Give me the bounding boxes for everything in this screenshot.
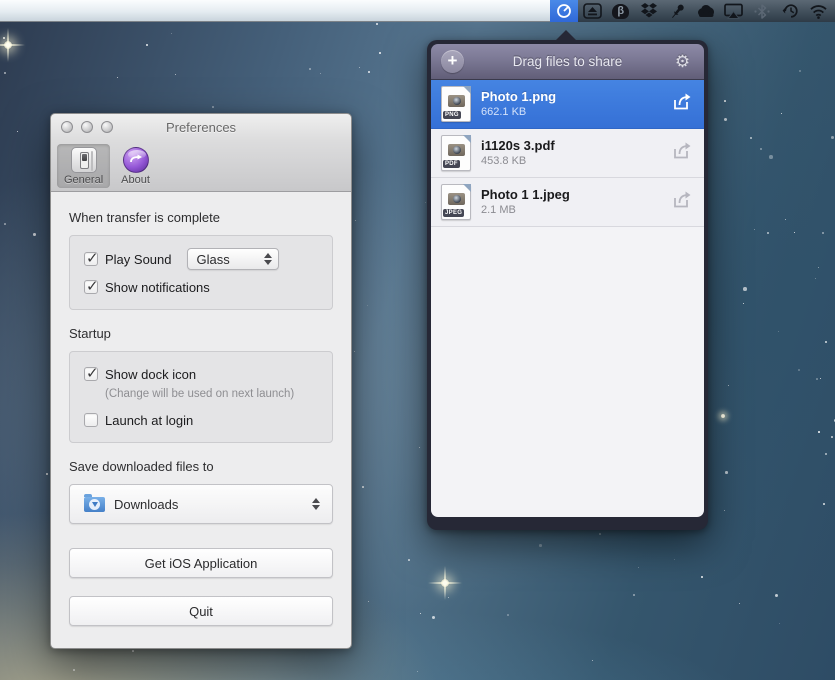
tab-general[interactable]: General xyxy=(57,144,110,188)
share-popover: + Drag files to share ⚙ PNG Photo 1.png … xyxy=(427,40,708,530)
show-dock-note: (Change will be used on next launch) xyxy=(105,388,318,400)
save-section-heading: Save downloaded files to xyxy=(69,459,333,474)
file-type-badge: PNG xyxy=(443,111,461,119)
time-machine-icon[interactable] xyxy=(776,0,804,22)
file-name: Photo 1 1.jpeg xyxy=(481,187,670,203)
show-dock-label: Show dock icon xyxy=(105,367,196,382)
beta-glyph: β xyxy=(612,4,629,19)
cloud-icon[interactable] xyxy=(692,0,720,22)
file-name: i1120s 3.pdf xyxy=(481,138,670,154)
share-icon[interactable] xyxy=(670,92,692,117)
close-button[interactable] xyxy=(61,121,73,133)
file-row[interactable]: JPEG Photo 1 1.jpeg 2.1 MB xyxy=(431,178,704,227)
file-size: 453.8 KB xyxy=(481,154,670,168)
sound-select[interactable]: Glass xyxy=(187,248,279,270)
menu-bar: β xyxy=(0,0,835,22)
bluetooth-icon[interactable] xyxy=(748,0,776,22)
file-meta: i1120s 3.pdf 453.8 KB xyxy=(481,138,670,168)
window-controls xyxy=(61,121,113,133)
updown-arrows-icon xyxy=(264,253,272,265)
quit-button[interactable]: Quit xyxy=(69,596,333,626)
file-list: PNG Photo 1.png 662.1 KB PDF i1120s 3.pd… xyxy=(431,80,704,517)
sound-select-value: Glass xyxy=(197,252,256,267)
file-type-badge: PDF xyxy=(443,160,460,168)
launch-login-row: Launch at login xyxy=(84,410,318,430)
png-file-icon: PNG xyxy=(441,86,471,122)
tab-about[interactable]: About xyxy=(114,144,157,188)
file-name: Photo 1.png xyxy=(481,89,670,105)
add-file-button[interactable]: + xyxy=(441,50,464,73)
transfer-section-heading: When transfer is complete xyxy=(69,210,333,225)
share-app-menubar-icon[interactable] xyxy=(550,0,578,22)
zoom-button[interactable] xyxy=(101,121,113,133)
get-ios-button[interactable]: Get iOS Application xyxy=(69,548,333,578)
tab-about-label: About xyxy=(121,174,150,186)
preferences-content: When transfer is complete Play Sound Gla… xyxy=(51,192,351,626)
file-row[interactable]: PDF i1120s 3.pdf 453.8 KB xyxy=(431,129,704,178)
show-dock-row: Show dock icon xyxy=(84,364,318,384)
popover-header: + Drag files to share ⚙ xyxy=(431,44,704,80)
airplay-icon[interactable] xyxy=(720,0,748,22)
startup-group-box: Show dock icon (Change will be used on n… xyxy=(69,351,333,443)
startup-section-heading: Startup xyxy=(69,326,333,341)
window-title: Preferences xyxy=(166,120,236,135)
wifi-icon[interactable] xyxy=(805,0,833,22)
title-bar[interactable]: Preferences xyxy=(51,114,351,141)
gear-icon[interactable]: ⚙ xyxy=(671,52,694,72)
show-notifications-label: Show notifications xyxy=(105,280,210,295)
launch-login-checkbox[interactable] xyxy=(84,413,98,427)
menu-bar-status-area: β xyxy=(550,0,835,22)
eject-icon[interactable] xyxy=(578,0,606,22)
file-row[interactable]: PNG Photo 1.png 662.1 KB xyxy=(431,80,704,129)
jpeg-file-icon: JPEG xyxy=(441,184,471,220)
beta-app-icon[interactable]: β xyxy=(607,0,635,22)
show-notifications-checkbox[interactable] xyxy=(84,280,98,294)
popover-title: Drag files to share xyxy=(464,54,671,69)
play-sound-row: Play Sound Glass xyxy=(84,248,318,270)
popover-arrow xyxy=(555,30,577,41)
tab-general-label: General xyxy=(64,174,103,186)
file-size: 662.1 KB xyxy=(481,105,670,119)
minimize-button[interactable] xyxy=(81,121,93,133)
general-switch-icon xyxy=(71,147,97,173)
about-icon xyxy=(123,147,149,173)
transfer-group-box: Play Sound Glass Show notifications xyxy=(69,235,333,310)
updown-arrows-icon xyxy=(312,498,320,510)
download-folder-value: Downloads xyxy=(114,497,304,512)
show-notifications-row: Show notifications xyxy=(84,277,318,297)
dropbox-icon[interactable] xyxy=(635,0,663,22)
file-meta: Photo 1 1.jpeg 2.1 MB xyxy=(481,187,670,217)
share-icon[interactable] xyxy=(670,141,692,166)
preferences-toolbar: General About xyxy=(51,141,351,192)
pdf-file-icon: PDF xyxy=(441,135,471,171)
play-sound-checkbox[interactable] xyxy=(84,252,98,266)
launch-login-label: Launch at login xyxy=(105,413,193,428)
pin-icon[interactable] xyxy=(663,0,691,22)
downloads-folder-icon xyxy=(84,497,105,512)
share-icon[interactable] xyxy=(670,190,692,215)
file-type-badge: JPEG xyxy=(443,209,464,217)
show-dock-checkbox[interactable] xyxy=(84,367,98,381)
file-meta: Photo 1.png 662.1 KB xyxy=(481,89,670,119)
preferences-window: Preferences General About When transfer … xyxy=(50,113,352,649)
file-size: 2.1 MB xyxy=(481,203,670,217)
play-sound-label: Play Sound xyxy=(105,252,172,267)
download-folder-select[interactable]: Downloads xyxy=(69,484,333,524)
